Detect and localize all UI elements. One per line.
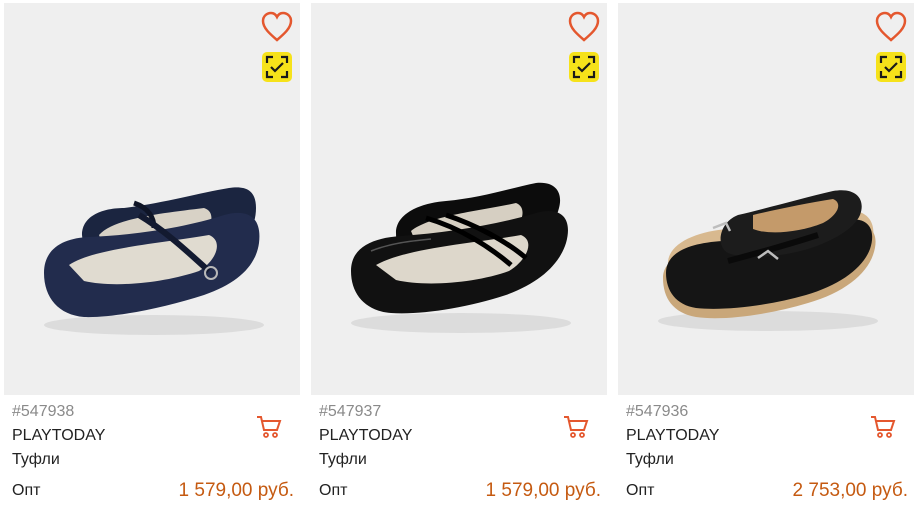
brand-name: PLAYTODAY <box>626 427 720 444</box>
product-type: Туфли <box>626 451 674 468</box>
scan-check-icon[interactable] <box>569 52 599 82</box>
heart-icon[interactable] <box>874 11 908 43</box>
product-photo[interactable] <box>311 3 607 395</box>
scan-check-icon[interactable] <box>876 52 906 82</box>
velvet-mary-jane-image <box>44 187 264 335</box>
product-info: #547938 PLAYTODAY Туфли Опт 1 579,00 руб… <box>4 395 300 507</box>
product-card[interactable]: #547937 PLAYTODAY Туфли Опт 1 579,00 руб… <box>311 3 607 507</box>
heart-icon[interactable] <box>567 11 601 43</box>
heart-icon[interactable] <box>260 11 294 43</box>
product-card[interactable]: #547936 PLAYTODAY Туфли Опт 2 753,00 руб… <box>618 3 914 507</box>
price-label: Опт <box>12 482 41 499</box>
article-number: #547937 <box>319 403 382 420</box>
product-type: Туфли <box>319 451 367 468</box>
cart-icon[interactable] <box>563 415 589 439</box>
product-info: #547936 PLAYTODAY Туфли Опт 2 753,00 руб… <box>618 395 914 507</box>
price-label: Опт <box>626 482 655 499</box>
brand-name: PLAYTODAY <box>12 427 106 444</box>
product-photo[interactable] <box>4 3 300 395</box>
cart-icon[interactable] <box>870 415 896 439</box>
patent-mary-jane-image <box>351 182 571 333</box>
product-type: Туфли <box>12 451 60 468</box>
brand-name: PLAYTODAY <box>319 427 413 444</box>
article-number: #547936 <box>626 403 689 420</box>
price-value: 2 753,00 руб. <box>792 480 908 501</box>
price-value: 1 579,00 руб. <box>178 480 294 501</box>
price-value: 1 579,00 руб. <box>485 480 601 501</box>
price-label: Опт <box>319 482 348 499</box>
suede-loafer-image <box>658 190 878 331</box>
article-number: #547938 <box>12 403 75 420</box>
product-photo[interactable] <box>618 3 914 395</box>
product-card[interactable]: #547938 PLAYTODAY Туфли Опт 1 579,00 руб… <box>4 3 300 507</box>
cart-icon[interactable] <box>256 415 282 439</box>
scan-check-icon[interactable] <box>262 52 292 82</box>
product-info: #547937 PLAYTODAY Туфли Опт 1 579,00 руб… <box>311 395 607 507</box>
